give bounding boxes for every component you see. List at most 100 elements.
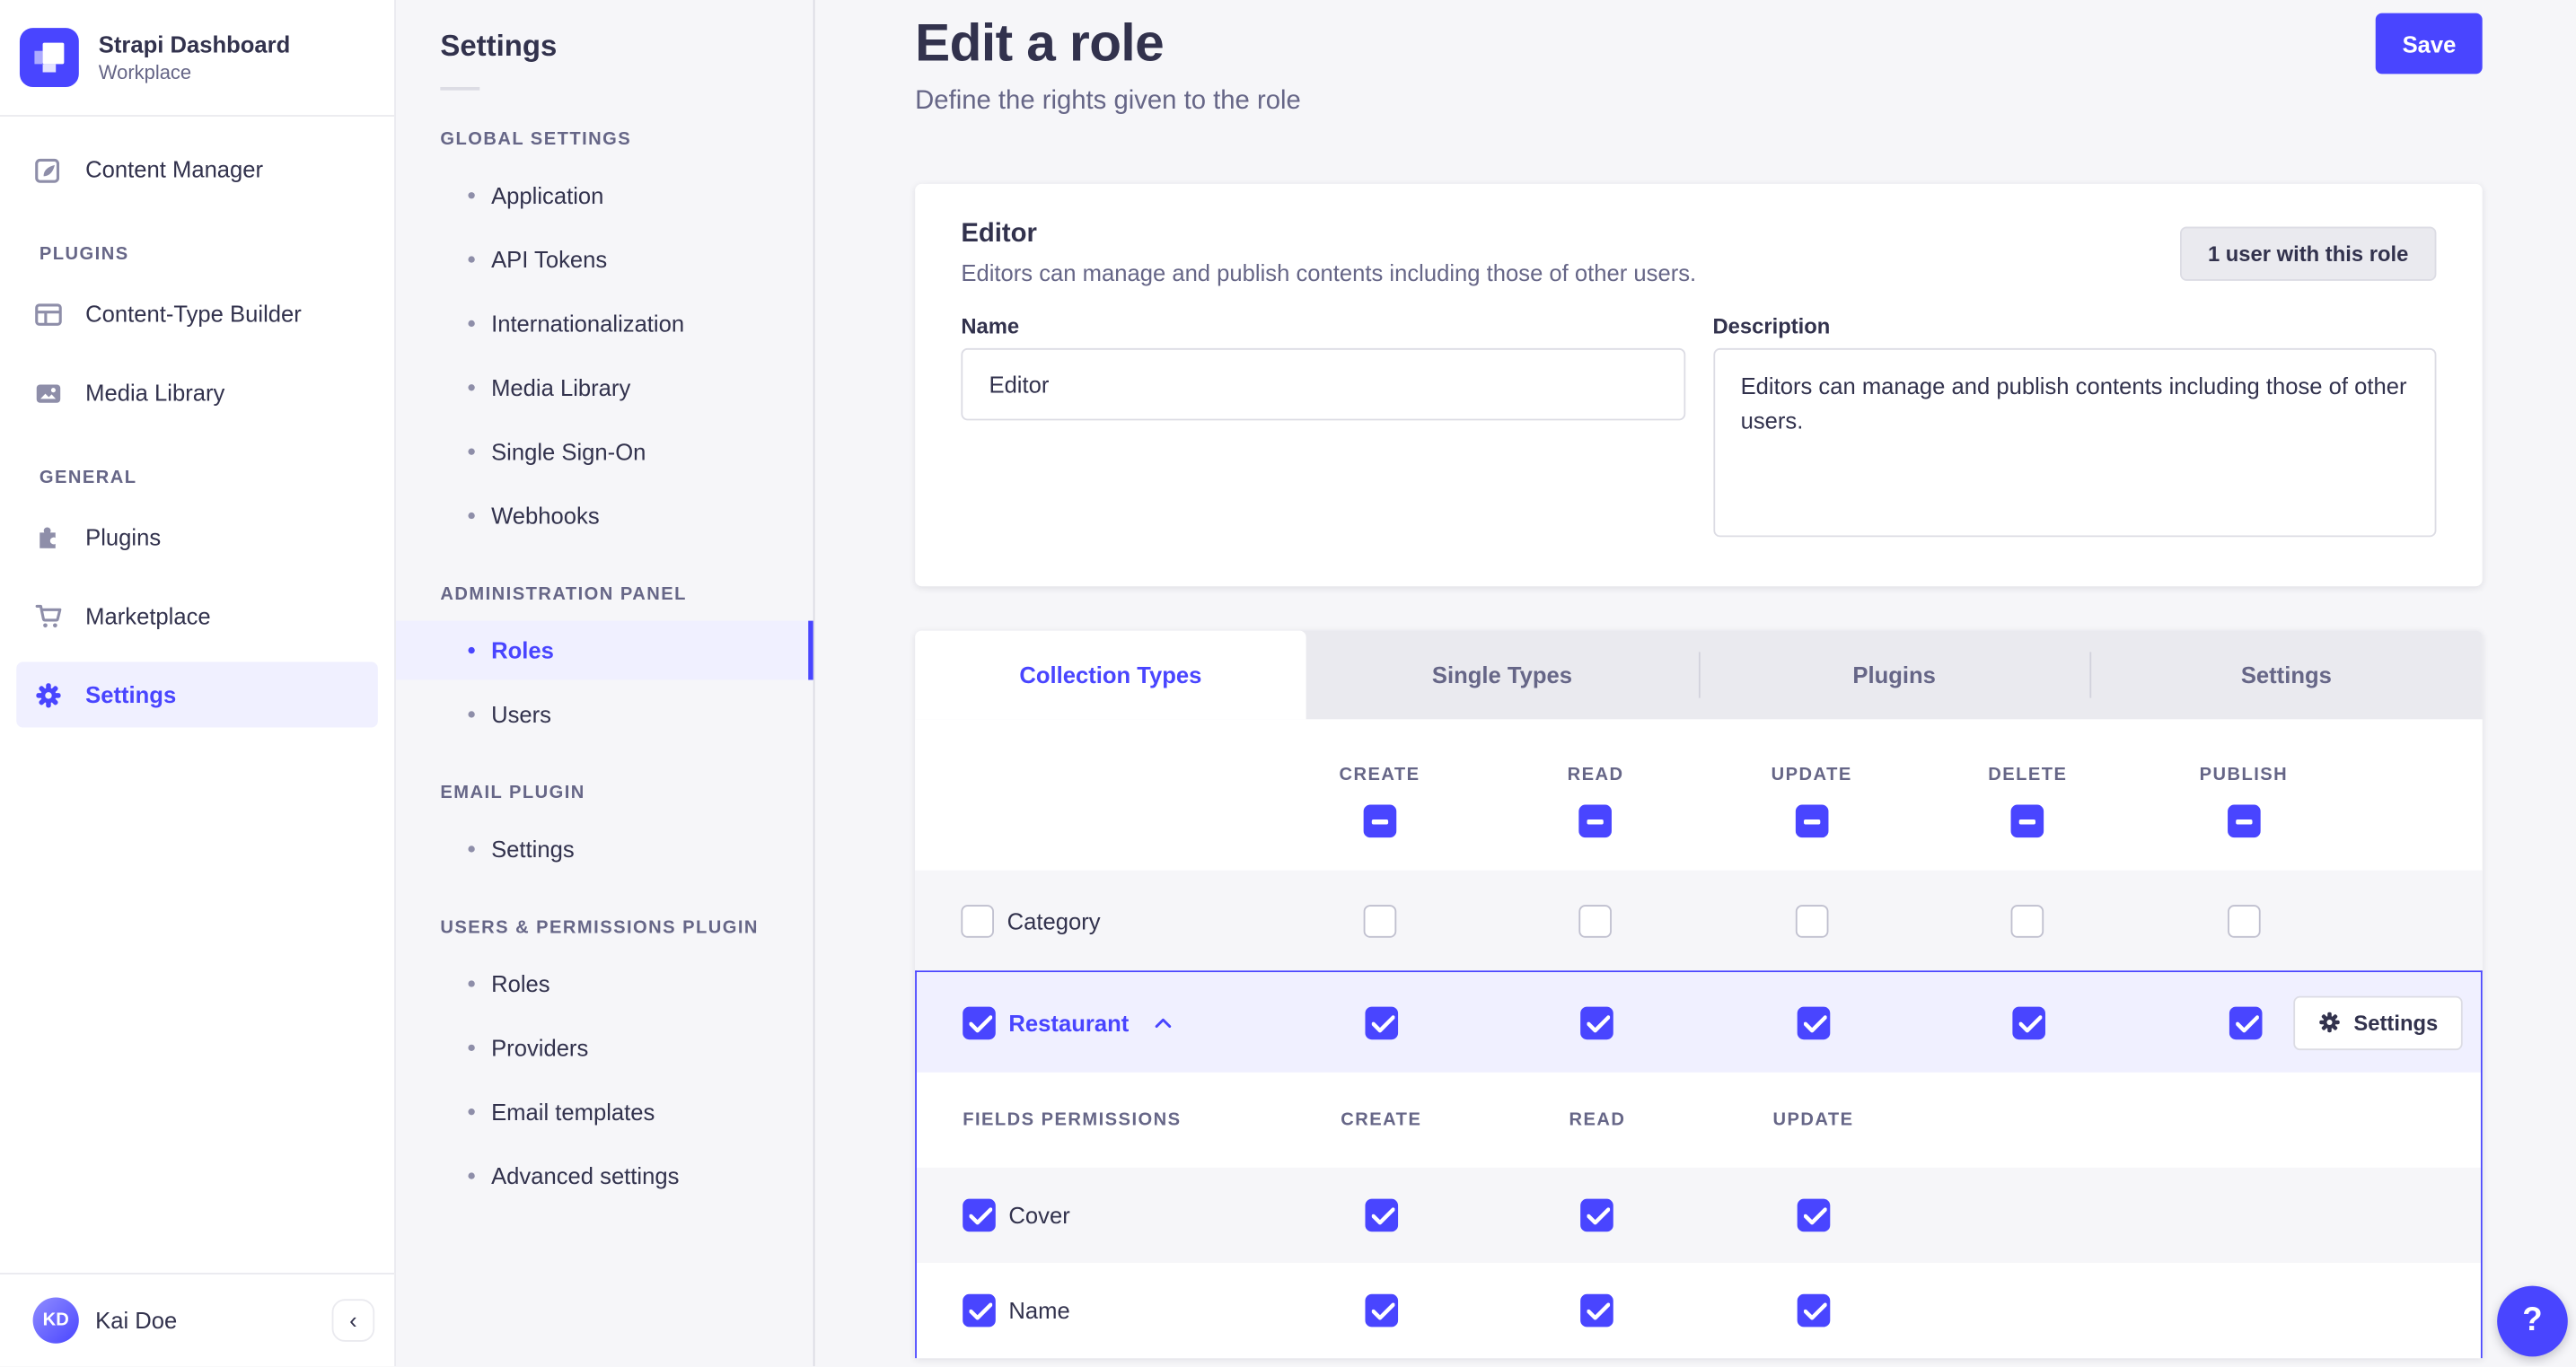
subnav-item-roles-up[interactable]: Roles bbox=[396, 954, 813, 1013]
sidebar-item-content-manager[interactable]: Content Manager bbox=[16, 136, 378, 202]
bullet-icon bbox=[468, 384, 475, 391]
fields-column-create: CREATE bbox=[1341, 1109, 1422, 1130]
field-row-name[interactable]: Name bbox=[916, 1263, 2481, 1359]
sidebar-item-label: Marketplace bbox=[85, 602, 211, 629]
subnav-item-application[interactable]: Application bbox=[396, 166, 813, 225]
role-description-input[interactable]: Editors can manage and publish contents … bbox=[1712, 347, 2437, 538]
permissions-header-labels: CREATE READ UPDATE DELETE PUBLISH bbox=[915, 719, 2483, 785]
cover-update-checkbox[interactable] bbox=[1797, 1198, 1830, 1232]
role-summary: Editor Editors can manage and publish co… bbox=[961, 220, 1696, 285]
fields-permissions-label: FIELDS PERMISSIONS bbox=[963, 1109, 1182, 1130]
category-delete-checkbox[interactable] bbox=[2011, 904, 2044, 937]
column-header-publish: PUBLISH bbox=[2199, 765, 2289, 785]
sidebar-item-media-library[interactable]: Media Library bbox=[16, 360, 378, 425]
scale-wrapper: Strapi Dashboard Workplace Content Manag… bbox=[0, 0, 2576, 1367]
question-mark-icon: ? bbox=[2522, 1301, 2543, 1339]
category-read-checkbox[interactable] bbox=[1578, 904, 1613, 937]
sidebar-item-label: Content-Type Builder bbox=[85, 300, 302, 328]
row-label[interactable]: Cover bbox=[1008, 1202, 1069, 1228]
select-all-update-checkbox[interactable] bbox=[1795, 804, 1828, 838]
users-with-role-button[interactable]: 1 user with this role bbox=[2179, 226, 2437, 281]
avatar[interactable]: KD bbox=[32, 1297, 79, 1344]
role-details-card: Editor Editors can manage and publish co… bbox=[915, 183, 2483, 587]
restaurant-row-checkbox[interactable] bbox=[963, 1005, 996, 1039]
tab-settings[interactable]: Settings bbox=[2090, 631, 2483, 720]
category-row-checkbox[interactable] bbox=[961, 904, 994, 937]
bullet-icon bbox=[468, 256, 475, 263]
page-header: Edit a role Define the rights given to t… bbox=[915, 10, 2483, 117]
page-subtitle: Define the rights given to the role bbox=[915, 86, 1301, 116]
description-field-label: Description bbox=[1712, 313, 1831, 338]
tab-single-types[interactable]: Single Types bbox=[1306, 631, 1699, 720]
subnav-item-single-sign-on[interactable]: Single Sign-On bbox=[396, 422, 813, 481]
subnav-item-media-library[interactable]: Media Library bbox=[396, 358, 813, 417]
subnav-item-email-templates[interactable]: Email templates bbox=[396, 1082, 813, 1142]
name-read-checkbox[interactable] bbox=[1580, 1293, 1614, 1328]
workspace-name: Workplace bbox=[98, 60, 192, 84]
tab-plugins[interactable]: Plugins bbox=[1698, 631, 2090, 720]
category-update-checkbox[interactable] bbox=[1795, 904, 1828, 937]
sidebar-item-settings[interactable]: Settings bbox=[16, 662, 378, 728]
restaurant-publish-checkbox[interactable] bbox=[2229, 1005, 2263, 1039]
subnav-item-email-settings[interactable]: Settings bbox=[396, 819, 813, 879]
field-row-cover[interactable]: Cover bbox=[916, 1167, 2481, 1264]
cover-create-checkbox[interactable] bbox=[1365, 1198, 1398, 1232]
name-row-checkbox[interactable] bbox=[963, 1293, 996, 1328]
table-row-category[interactable]: Category bbox=[915, 870, 2483, 971]
bullet-icon bbox=[468, 1044, 475, 1052]
restaurant-read-checkbox[interactable] bbox=[1580, 1005, 1614, 1039]
sidebar-footer: KD Kai Doe ‹ bbox=[0, 1273, 395, 1367]
restaurant-settings-button[interactable]: Settings bbox=[2292, 995, 2463, 1050]
role-name-input[interactable] bbox=[961, 347, 1685, 421]
app-root: Strapi Dashboard Workplace Content Manag… bbox=[0, 0, 2576, 1367]
permissions-panel: CREATE READ UPDATE DELETE PUBLISH Catego… bbox=[915, 719, 2483, 1359]
name-field-group: Name bbox=[961, 313, 1685, 545]
subnav-item-providers[interactable]: Providers bbox=[396, 1018, 813, 1077]
subnav-item-advanced-settings[interactable]: Advanced settings bbox=[396, 1146, 813, 1205]
select-all-read-checkbox[interactable] bbox=[1578, 804, 1613, 838]
save-button[interactable]: Save bbox=[2376, 13, 2483, 74]
row-label[interactable]: Name bbox=[1008, 1297, 1069, 1323]
sidebar-item-marketplace[interactable]: Marketplace bbox=[16, 583, 378, 649]
subnav-section-email-plugin: EMAIL PLUGIN bbox=[440, 783, 585, 803]
row-label[interactable]: Category bbox=[1007, 907, 1101, 933]
name-create-checkbox[interactable] bbox=[1365, 1293, 1398, 1328]
settings-sidebar: Settings GLOBAL SETTINGS Application API… bbox=[395, 0, 815, 1367]
settings-button-label: Settings bbox=[2353, 1010, 2439, 1035]
select-all-publish-checkbox[interactable] bbox=[2227, 804, 2261, 838]
help-button[interactable]: ? bbox=[2497, 1285, 2568, 1357]
layout-icon bbox=[33, 299, 63, 329]
restaurant-delete-checkbox[interactable] bbox=[2012, 1005, 2046, 1039]
image-icon bbox=[33, 378, 63, 407]
sidebar-item-label: Media Library bbox=[85, 379, 225, 406]
collapse-sidebar-button[interactable]: ‹ bbox=[331, 1299, 375, 1342]
category-publish-checkbox[interactable] bbox=[2227, 904, 2261, 937]
subnav-item-webhooks[interactable]: Webhooks bbox=[396, 486, 813, 546]
name-update-checkbox[interactable] bbox=[1797, 1293, 1830, 1328]
pen-icon bbox=[33, 154, 63, 184]
select-all-create-checkbox[interactable] bbox=[1363, 804, 1396, 838]
permissions-tabs: Collection Types Single Types Plugins Se… bbox=[915, 630, 2483, 720]
table-row-restaurant[interactable]: Restaurant Settings bbox=[916, 972, 2481, 1073]
subnav-item-users[interactable]: Users bbox=[396, 685, 813, 744]
gear-icon bbox=[33, 679, 63, 709]
workspace-switcher[interactable]: Strapi Dashboard Workplace bbox=[0, 0, 395, 117]
cover-read-checkbox[interactable] bbox=[1580, 1198, 1614, 1232]
bullet-icon bbox=[468, 646, 475, 654]
subnav-item-api-tokens[interactable]: API Tokens bbox=[396, 230, 813, 289]
cover-row-checkbox[interactable] bbox=[963, 1198, 996, 1232]
restaurant-update-checkbox[interactable] bbox=[1797, 1005, 1830, 1039]
sidebar-item-label: Content Manager bbox=[85, 155, 264, 183]
subnav-item-internationalization[interactable]: Internationalization bbox=[396, 294, 813, 354]
column-header-create: CREATE bbox=[1339, 765, 1420, 785]
sidebar-item-content-type-builder[interactable]: Content-Type Builder bbox=[16, 281, 378, 346]
row-label[interactable]: Restaurant bbox=[1008, 1009, 1129, 1035]
category-create-checkbox[interactable] bbox=[1363, 904, 1396, 937]
main-sidebar: Strapi Dashboard Workplace Content Manag… bbox=[0, 0, 396, 1367]
sidebar-item-label: Settings bbox=[85, 681, 177, 708]
select-all-delete-checkbox[interactable] bbox=[2011, 804, 2044, 838]
tab-collection-types[interactable]: Collection Types bbox=[915, 630, 1306, 720]
sidebar-item-plugins[interactable]: Plugins bbox=[16, 504, 378, 570]
subnav-item-roles-admin[interactable]: Roles bbox=[395, 620, 813, 680]
restaurant-create-checkbox[interactable] bbox=[1365, 1005, 1398, 1039]
